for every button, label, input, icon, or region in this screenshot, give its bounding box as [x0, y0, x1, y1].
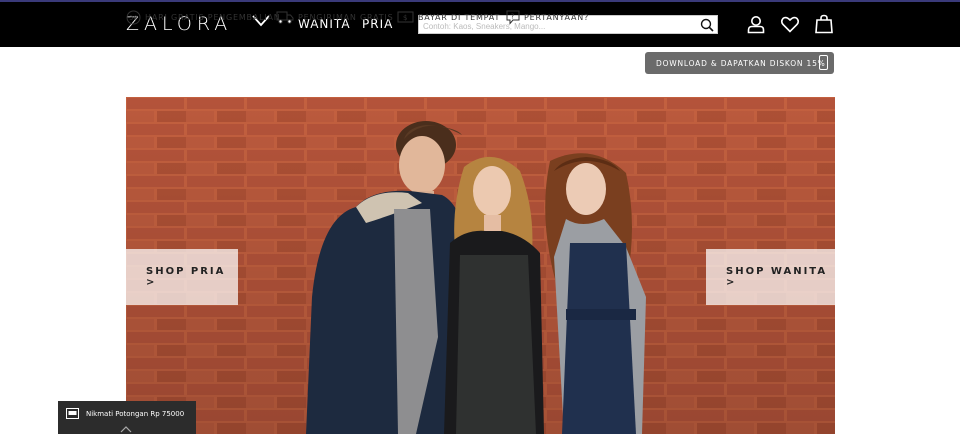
svg-text:$: $: [403, 14, 408, 22]
promo-toast[interactable]: Nikmati Potongan Rp 75000: [58, 401, 196, 434]
free-return-label: HARI GRATIS PENGEMBALIAN: [145, 12, 281, 22]
wishlist-heart-icon[interactable]: [780, 14, 800, 34]
cod-label: BAYAR DI TEMPAT: [418, 12, 501, 22]
svg-text:?: ?: [511, 12, 516, 20]
promo-text: Nikmati Potongan Rp 75000: [86, 410, 185, 418]
hero-banner[interactable]: SHOP PRIA > SHOP WANITA >: [126, 97, 835, 434]
voucher-icon: [66, 408, 79, 419]
search-icon[interactable]: [700, 18, 714, 32]
account-icon[interactable]: [746, 14, 766, 34]
shop-men-label: SHOP PRIA >: [146, 266, 226, 288]
download-app-label: DOWNLOAD & DAPATKAN DISKON 15%: [656, 58, 826, 68]
smartphone-icon: [819, 55, 828, 70]
free-shipping-benefit[interactable]: PENGIRIMAN GRATIS: [276, 8, 393, 26]
svg-text:30: 30: [129, 15, 138, 22]
faq-label: PERTANYAAN?: [524, 12, 590, 22]
shop-men-button[interactable]: SHOP PRIA >: [126, 249, 238, 305]
shop-women-button[interactable]: SHOP WANITA >: [706, 249, 835, 305]
free-shipping-label: PENGIRIMAN GRATIS: [298, 12, 394, 22]
chevron-up-icon[interactable]: [120, 425, 132, 433]
download-app-button[interactable]: DOWNLOAD & DAPATKAN DISKON 15%: [645, 52, 834, 74]
faq-benefit[interactable]: ? PERTANYAAN?: [506, 8, 589, 26]
truck-icon: [276, 11, 294, 24]
cash-icon: $: [397, 11, 414, 23]
free-return-benefit[interactable]: 30 HARI GRATIS PENGEMBALIAN: [126, 8, 281, 26]
30-days-return-icon: 30: [126, 10, 141, 24]
shop-women-label: SHOP WANITA >: [726, 266, 828, 288]
shopping-bag-icon[interactable]: [814, 14, 834, 34]
question-icon: ?: [506, 10, 520, 25]
cod-benefit[interactable]: $ BAYAR DI TEMPAT: [397, 8, 500, 26]
